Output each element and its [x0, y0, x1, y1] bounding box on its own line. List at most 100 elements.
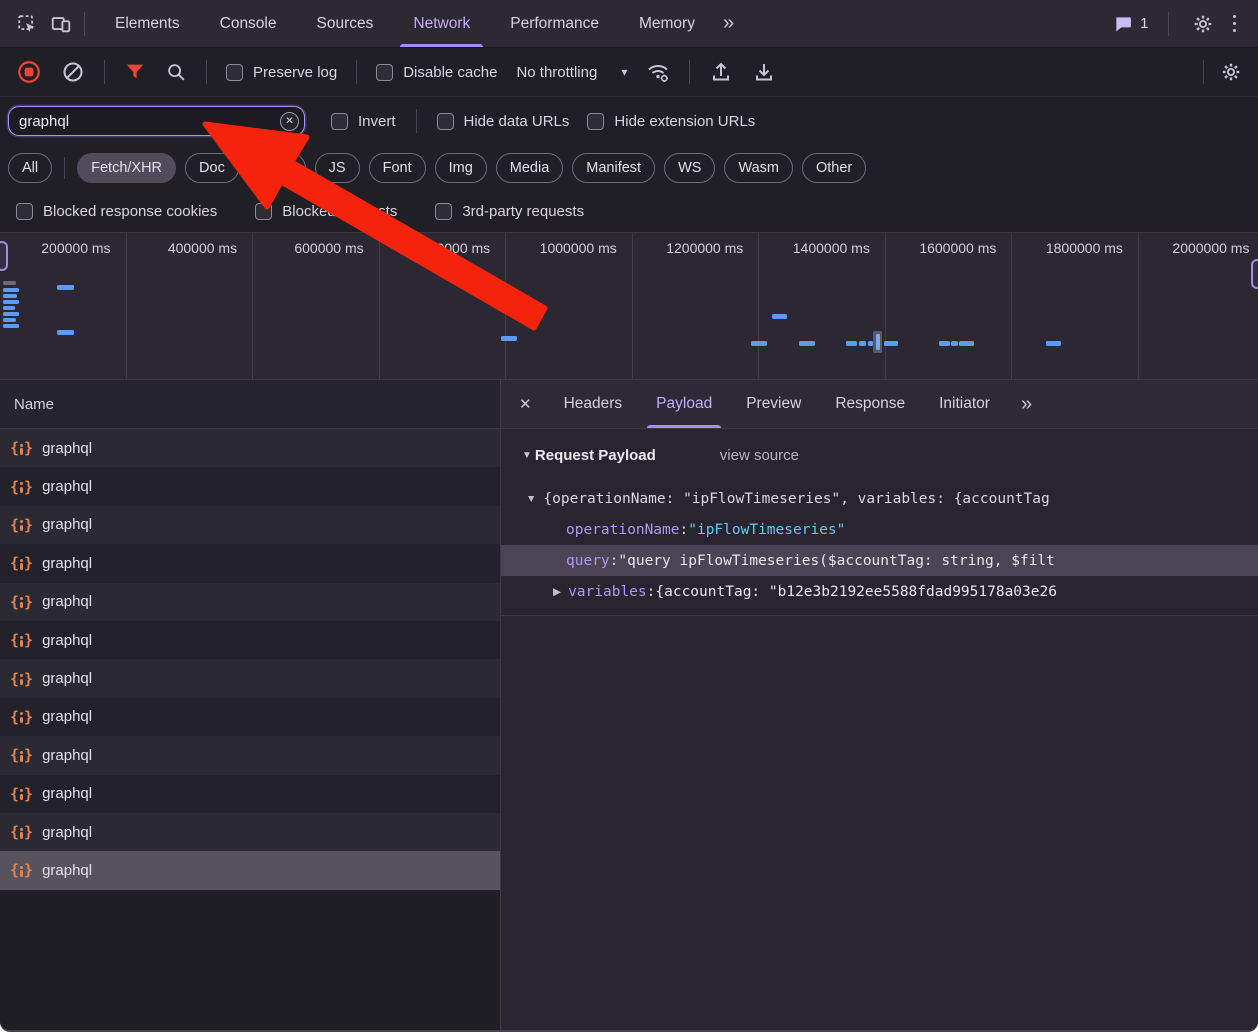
close-detail-icon[interactable]: ✕	[501, 395, 547, 413]
blocked-requests-checkbox[interactable]	[255, 202, 273, 220]
request-name: graphql	[42, 746, 93, 764]
name-column-header[interactable]: Name	[0, 380, 500, 429]
chip-label: Manifest	[586, 159, 642, 176]
device-toolbar-icon[interactable]	[44, 7, 78, 41]
section-collapse-icon[interactable]: ▼	[522, 450, 532, 461]
tree-expand-icon[interactable]: ▼	[526, 493, 536, 505]
disable-cache-checkbox[interactable]	[376, 63, 394, 81]
request-row[interactable]: {} graphql	[0, 774, 500, 813]
issues-count[interactable]: 1	[1140, 15, 1148, 32]
request-row[interactable]: {} graphql	[0, 851, 500, 890]
detail-tab[interactable]: Payload	[639, 380, 729, 428]
payload-tree-row[interactable]: query: "query ipFlowTimeseries($accountT…	[501, 545, 1258, 576]
waterfall-bar	[3, 312, 19, 316]
overview-grip-left[interactable]	[0, 241, 8, 271]
request-row[interactable]: {} graphql	[0, 505, 500, 545]
chip-label: CSS	[261, 159, 292, 176]
json-request-icon: {}	[10, 631, 34, 650]
request-name: graphql	[42, 439, 93, 457]
filter-icon[interactable]	[124, 61, 146, 83]
throttling-dropdown[interactable]: No throttling ▾	[516, 64, 627, 81]
request-type-chip[interactable]: Fetch/XHR	[77, 152, 177, 183]
clear-filter-icon[interactable]: ✕	[280, 111, 299, 131]
waterfall-bar	[939, 341, 950, 346]
request-row[interactable]: {} graphql	[0, 620, 500, 660]
hide-extension-urls-checkbox[interactable]	[587, 112, 605, 130]
detail-tab-label: Initiator	[939, 395, 990, 412]
detail-tab[interactable]: Headers	[547, 380, 640, 428]
hide-data-urls-checkbox[interactable]	[436, 112, 454, 130]
waterfall-bar	[501, 336, 517, 341]
panel-tab[interactable]: Console	[200, 0, 297, 47]
panel-tab[interactable]: Network	[393, 0, 490, 47]
payload-tree-row[interactable]: operationName: "ipFlowTimeseries"	[501, 514, 1258, 545]
payload-tree-row[interactable]: ▼ {operationName: "ipFlowTimeseries", var…	[501, 483, 1258, 514]
detail-tab[interactable]: Initiator	[922, 380, 1007, 428]
network-filter-input[interactable]	[8, 106, 305, 136]
customize-devtools-icon[interactable]	[1227, 11, 1243, 37]
request-type-chip[interactable]: All	[8, 152, 53, 183]
request-type-chip[interactable]: JS	[314, 152, 360, 183]
third-party-requests-checkbox[interactable]	[435, 202, 453, 220]
waterfall-bar	[751, 341, 767, 346]
waterfall-bar	[959, 341, 974, 346]
detail-tab[interactable]: Preview	[729, 380, 818, 428]
tabbar-right-controls: 1	[1113, 11, 1258, 37]
hide-extension-urls-label: Hide extension URLs	[614, 112, 756, 130]
overview-grip-right[interactable]	[1251, 259, 1258, 289]
request-row[interactable]: {} graphql	[0, 697, 500, 737]
request-row[interactable]: {} graphql	[0, 736, 500, 775]
request-detail-panel: ✕ Headers Payload Preview Response Initiator…	[501, 380, 1258, 1030]
detail-tab[interactable]: Response	[818, 380, 922, 428]
request-type-chip[interactable]: Media	[495, 152, 564, 183]
request-type-chip[interactable]: Img	[434, 152, 487, 183]
payload-tree-row[interactable]: ▶ variables: {accountTag: "b12e3b2192ee55…	[501, 576, 1258, 607]
panel-tab[interactable]: Memory	[619, 0, 715, 47]
tree-expand-icon[interactable]: ▶	[553, 586, 561, 598]
request-type-chip[interactable]: Manifest	[572, 152, 656, 183]
waterfall-bar	[57, 285, 74, 290]
request-row[interactable]: {} graphql	[0, 429, 500, 468]
request-row[interactable]: {} graphql	[0, 659, 500, 698]
more-tabs-icon[interactable]: »	[715, 12, 742, 35]
request-payload-section-header[interactable]: ▼ Request Payload view source	[522, 439, 1258, 471]
network-settings-gear-icon[interactable]	[1220, 61, 1242, 83]
panel-tab[interactable]: Performance	[490, 0, 619, 47]
toolbar-divider	[104, 60, 105, 84]
issues-message-icon[interactable]	[1113, 14, 1133, 34]
panel-tab-label: Memory	[638, 14, 695, 32]
panel-tab[interactable]: Sources	[297, 0, 394, 47]
export-har-icon[interactable]	[752, 60, 776, 84]
request-type-chip[interactable]: CSS	[247, 152, 306, 183]
preserve-log-checkbox[interactable]	[226, 63, 243, 81]
view-source-link[interactable]: view source	[720, 447, 799, 464]
request-type-chip[interactable]: Font	[368, 152, 426, 183]
request-row[interactable]: {} graphql	[0, 582, 500, 621]
request-name: graphql	[42, 708, 93, 726]
clear-network-log-icon[interactable]	[61, 60, 85, 84]
request-type-chip[interactable]: Other	[802, 152, 867, 183]
settings-gear-icon[interactable]	[1192, 13, 1214, 35]
panel-tab-label: Elements	[115, 14, 180, 32]
toolbar-divider	[356, 60, 358, 84]
inspect-element-icon[interactable]	[10, 7, 44, 41]
panel-tab[interactable]: Elements	[95, 0, 200, 47]
request-type-chip[interactable]: WS	[664, 152, 716, 183]
record-network-log-icon[interactable]	[16, 59, 42, 85]
request-type-chip[interactable]: Doc	[185, 152, 239, 183]
request-type-chip[interactable]: Wasm	[724, 152, 793, 183]
request-row[interactable]: {} graphql	[0, 544, 500, 583]
network-toolbar: Preserve log Disable cache No throttling…	[0, 48, 1258, 97]
request-row[interactable]: {} graphql	[0, 467, 500, 506]
toolbar-divider	[689, 60, 691, 84]
network-overview-timeline[interactable]: 200000 ms 400000 ms 600000 ms 800000 ms 1000…	[0, 232, 1258, 380]
invert-checkbox[interactable]	[331, 112, 348, 130]
request-row[interactable]: {} graphql	[0, 812, 500, 852]
more-detail-tabs-icon[interactable]: »	[1021, 393, 1032, 416]
request-payload-title: Request Payload	[534, 446, 656, 464]
blocked-response-cookies-checkbox[interactable]	[16, 202, 33, 220]
import-har-icon[interactable]	[709, 60, 733, 84]
network-conditions-icon[interactable]	[646, 60, 670, 84]
search-icon[interactable]	[165, 61, 187, 83]
waterfall-bar	[3, 318, 16, 322]
